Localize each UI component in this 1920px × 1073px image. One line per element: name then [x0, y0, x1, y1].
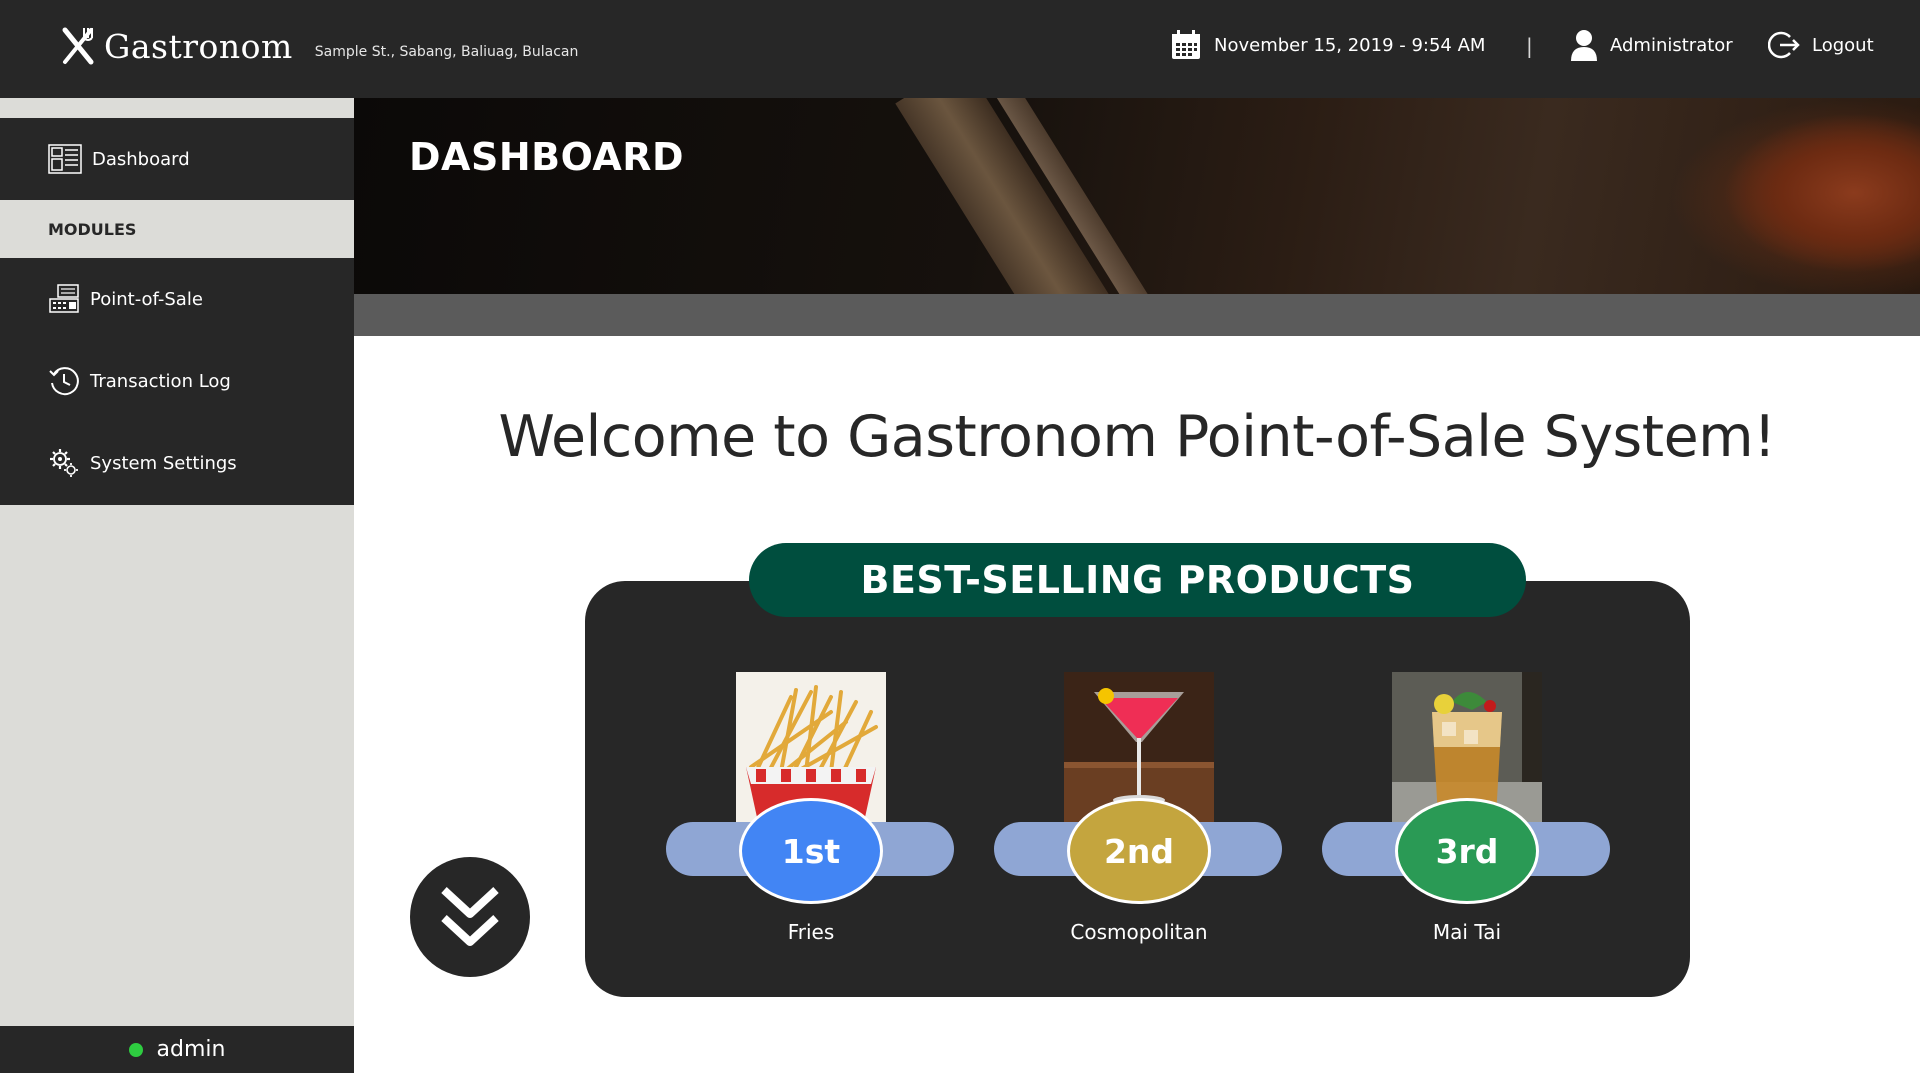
welcome-heading: Welcome to Gastronom Point-of-Sale Syste…	[498, 404, 1776, 470]
sidebar-modules-list: Point-of-Sale Transaction Log System Set…	[0, 258, 354, 505]
header-separator: |	[1526, 34, 1533, 58]
sidebar-item-label: Transaction Log	[90, 370, 231, 392]
sidebar-item-transaction-log[interactable]: Transaction Log	[0, 340, 354, 422]
datetime-display: November 15, 2019 - 9:54 AM	[1170, 29, 1485, 61]
best-selling-title: BEST-SELLING PRODUCTS	[749, 543, 1526, 617]
logout-label: Logout	[1812, 34, 1874, 56]
product-card-1[interactable]: 1st Fries	[666, 672, 956, 952]
rank-badge-1st: 1st	[739, 798, 883, 904]
banner-decoration	[895, 98, 1133, 294]
logout-icon	[1768, 31, 1800, 59]
sidebar-item-point-of-sale[interactable]: Point-of-Sale	[0, 258, 354, 340]
sidebar: Dashboard MODULES Point-of-Sale Transact…	[0, 98, 354, 1073]
product-name: Fries	[787, 920, 835, 944]
sidebar-item-dashboard[interactable]: Dashboard	[0, 118, 354, 200]
dashboard-banner: DASHBOARD	[354, 98, 1920, 294]
top-bar: Gastronom Sample St., Sabang, Baliuag, B…	[0, 0, 1920, 98]
fork-knife-icon	[62, 27, 94, 65]
sidebar-item-label: Dashboard	[92, 148, 190, 170]
product-name: Cosmopolitan	[1070, 920, 1208, 944]
banner-divider	[354, 294, 1920, 336]
product-name: Mai Tai	[1432, 920, 1502, 944]
user-icon	[1571, 30, 1597, 61]
sidebar-section-modules: MODULES	[48, 219, 137, 239]
sidebar-item-system-settings[interactable]: System Settings	[0, 422, 354, 504]
user-menu[interactable]: Administrator	[1570, 29, 1733, 61]
user-label: Administrator	[1610, 34, 1733, 56]
product-card-2[interactable]: 2nd Cosmopolitan	[994, 672, 1284, 952]
product-card-3[interactable]: 3rd Mai Tai	[1322, 672, 1612, 952]
current-user-status: admin	[0, 1026, 354, 1073]
double-chevron-down-icon	[441, 887, 499, 946]
rank-badge-2nd: 2nd	[1067, 798, 1211, 904]
brand-name: Gastronom	[104, 26, 293, 66]
online-status-dot	[128, 1042, 143, 1057]
dashboard-icon	[48, 144, 82, 174]
gears-icon	[50, 449, 78, 477]
datetime-text: November 15, 2019 - 9:54 AM	[1214, 34, 1486, 56]
page-title: DASHBOARD	[409, 135, 685, 179]
scroll-down-button[interactable]	[410, 857, 530, 977]
rank-badge-3rd: 3rd	[1395, 798, 1539, 904]
app-logo: Gastronom Sample St., Sabang, Baliuag, B…	[60, 26, 578, 66]
calendar-icon	[1172, 30, 1200, 59]
pos-terminal-icon	[49, 284, 79, 313]
clock-history-icon	[49, 367, 79, 396]
current-user-name: admin	[156, 1037, 226, 1062]
store-address: Sample St., Sabang, Baliuag, Bulacan	[314, 44, 579, 60]
sidebar-item-label: System Settings	[90, 452, 237, 474]
logout-button[interactable]: Logout	[1768, 29, 1874, 61]
sidebar-item-label: Point-of-Sale	[90, 288, 203, 310]
